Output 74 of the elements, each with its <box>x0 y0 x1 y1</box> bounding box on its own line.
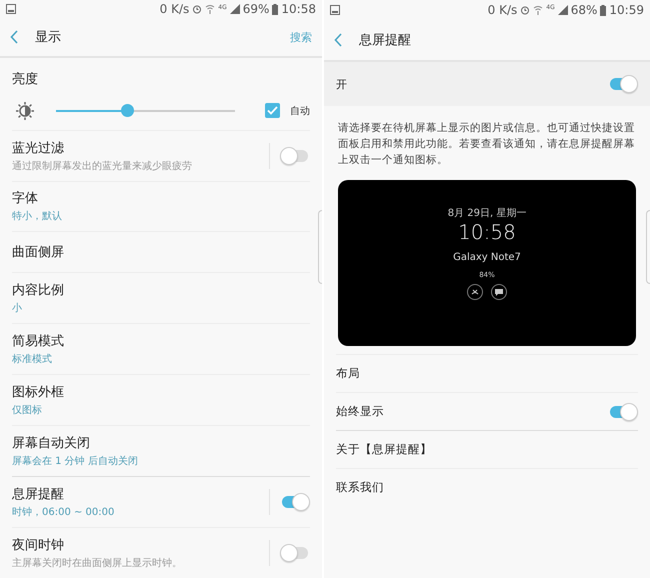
settings-row[interactable]: 夜间时钟 主屏幕关闭时在曲面侧屏上显示时钟。 <box>0 528 322 578</box>
missed-call-icon <box>467 284 483 300</box>
battery-icon <box>600 4 606 16</box>
description-text: 请选择要在待机屏幕上显示的图片或信息。也可通过快捷设置面板启用和禁用此功能。若要查看该通知，请在息屏提醒屏幕上双击一个通知图标。 <box>338 121 636 168</box>
toggle-switch[interactable] <box>280 493 310 512</box>
setting-subtitle: 标准模式 <box>12 352 53 366</box>
edge-panel-handle[interactable] <box>646 210 650 284</box>
settings-row[interactable]: 布局 <box>324 355 650 392</box>
settings-row[interactable]: 屏幕自动关闭 屏幕会在 1 分钟 后自动关闭 <box>0 426 322 476</box>
master-switch-row[interactable]: 开 <box>324 62 650 106</box>
settings-row[interactable]: 关于【息屏提醒】 <box>324 431 650 468</box>
signal-icon <box>230 4 240 14</box>
settings-row[interactable]: 联系我们 <box>324 469 650 506</box>
settings-row[interactable]: 简易模式 标准模式 <box>0 324 322 374</box>
settings-row[interactable]: 内容比例 小 <box>0 273 322 324</box>
setting-subtitle: 屏幕会在 1 分钟 后自动关闭 <box>12 454 139 468</box>
setting-title: 关于【息屏提醒】 <box>336 442 433 457</box>
switch-label: 开 <box>336 76 348 92</box>
setting-subtitle: 通过限制屏幕发出的蓝光量来减少眼疲劳 <box>12 160 193 173</box>
settings-row[interactable]: 字体 特小，默认 <box>0 181 322 232</box>
setting-title: 屏幕自动关闭 <box>12 435 91 452</box>
toggle-switch[interactable] <box>280 544 310 562</box>
page-title: 息屏提醒 <box>359 32 412 49</box>
signal-icon <box>558 5 568 15</box>
page-title: 显示 <box>35 29 62 46</box>
settings-row[interactable]: 始终显示 <box>324 393 650 430</box>
back-button[interactable] <box>10 30 19 44</box>
section-title: 亮度 <box>12 70 39 88</box>
setting-subtitle: 主屏幕关闭时在曲面侧屏上显示时钟。 <box>12 556 183 570</box>
setting-title: 蓝光过滤 <box>12 140 65 157</box>
preview-device-name: Galaxy Note7 <box>453 252 521 263</box>
back-button[interactable] <box>334 33 343 47</box>
wifi-icon <box>205 4 216 14</box>
toggle-switch[interactable] <box>608 75 638 93</box>
setting-subtitle: 小 <box>12 302 23 316</box>
setting-subtitle: 仅图标 <box>12 404 43 418</box>
alarm-icon <box>520 5 530 15</box>
preview-time: 10:58 <box>458 220 516 244</box>
toggle-switch[interactable] <box>280 146 310 165</box>
settings-row[interactable]: 蓝光过滤 通过限制屏幕发出的蓝光量来减少眼疲劳 <box>0 130 322 181</box>
alarm-icon <box>192 4 202 14</box>
slider-thumb[interactable] <box>121 104 134 118</box>
setting-title: 图标外框 <box>12 384 65 402</box>
setting-title: 夜间时钟 <box>12 536 65 554</box>
message-icon <box>491 284 507 300</box>
setting-title: 简易模式 <box>12 333 65 350</box>
checkbox-label: 自动 <box>290 104 310 118</box>
toggle-switch[interactable] <box>608 402 638 420</box>
network-speed: 0 K/s <box>488 3 518 17</box>
edge-panel-handle[interactable] <box>318 210 322 284</box>
setting-title: 字体 <box>12 190 39 208</box>
setting-subtitle: 时钟，06:00 ~ 00:00 <box>12 506 116 520</box>
network-speed: 0 K/s <box>160 2 190 16</box>
setting-title: 布局 <box>336 366 361 381</box>
auto-checkbox[interactable] <box>265 103 280 118</box>
battery-level: 68% <box>570 3 598 17</box>
clock-time: 10:59 <box>609 3 644 17</box>
notification-icon <box>6 4 16 14</box>
setting-title: 联系我们 <box>336 480 385 495</box>
settings-row[interactable]: 曲面侧屏 <box>0 232 322 272</box>
clock-time: 10:58 <box>281 2 316 16</box>
settings-row[interactable]: 图标外框 仅图标 <box>0 375 322 426</box>
setting-title: 内容比例 <box>12 282 65 300</box>
battery-level: 69% <box>242 2 270 16</box>
setting-subtitle: 特小，默认 <box>12 210 63 224</box>
settings-row[interactable]: 息屏提醒 时钟，06:00 ~ 00:00 <box>0 477 322 528</box>
brightness-icon <box>16 102 34 120</box>
preview-date: 8月 29日, 星期一 <box>448 206 526 220</box>
setting-title: 始终显示 <box>336 404 385 419</box>
battery-icon <box>272 4 278 15</box>
setting-title: 息屏提醒 <box>12 486 65 504</box>
wifi-icon <box>533 5 544 15</box>
notification-icon <box>330 5 340 15</box>
setting-title: 曲面侧屏 <box>12 244 65 262</box>
